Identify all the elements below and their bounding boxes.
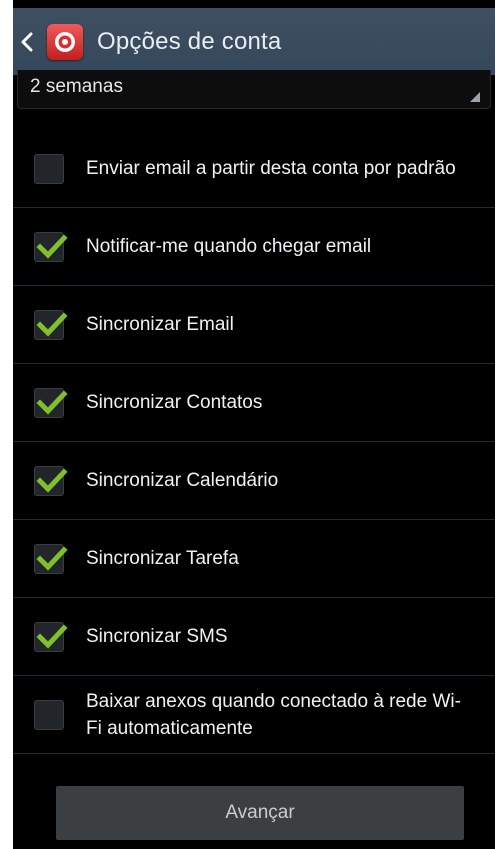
back-icon[interactable] xyxy=(13,8,41,75)
sync-period-dropdown[interactable]: 2 semanas xyxy=(17,70,491,109)
checkbox[interactable] xyxy=(34,387,68,418)
option-download-attachments-wifi[interactable]: Baixar anexos quando conectado à rede Wi… xyxy=(13,676,495,754)
option-sync-tasks[interactable]: Sincronizar Tarefa xyxy=(13,520,495,598)
checkbox[interactable] xyxy=(34,621,68,652)
checkmark-icon xyxy=(36,389,68,415)
option-label: Sincronizar Tarefa xyxy=(86,548,239,569)
option-label: Sincronizar Email xyxy=(86,314,234,335)
option-sync-calendar[interactable]: Sincronizar Calendário xyxy=(13,442,495,520)
option-label: Notificar-me quando chegar email xyxy=(86,236,372,257)
option-sync-contacts[interactable]: Sincronizar Contatos xyxy=(13,364,495,442)
option-sync-email[interactable]: Sincronizar Email xyxy=(13,286,495,364)
email-app-icon[interactable] xyxy=(47,23,83,60)
footer-bar: Avançar xyxy=(13,778,495,849)
checkbox[interactable] xyxy=(34,309,68,340)
next-button[interactable]: Avançar xyxy=(56,786,464,840)
checkbox[interactable] xyxy=(34,699,64,730)
checkmark-icon xyxy=(36,233,68,259)
checkbox[interactable] xyxy=(34,543,68,574)
checkbox[interactable] xyxy=(34,231,68,262)
checkmark-icon xyxy=(36,467,68,493)
page-title: Opções de conta xyxy=(97,27,282,55)
option-label: Sincronizar Contatos xyxy=(86,392,263,413)
checkbox[interactable] xyxy=(34,153,64,184)
option-sync-sms[interactable]: Sincronizar SMS xyxy=(13,598,495,676)
option-label: Enviar email a partir desta conta por pa… xyxy=(86,158,456,179)
checkbox[interactable] xyxy=(34,465,68,496)
option-label: Sincronizar Calendário xyxy=(86,470,279,491)
checkmark-icon xyxy=(36,623,68,649)
checkmark-icon xyxy=(36,311,68,337)
action-bar: Opções de conta xyxy=(13,8,495,75)
option-label: Sincronizar SMS xyxy=(86,626,228,647)
dropdown-indicator-icon xyxy=(470,92,480,102)
option-label: Baixar anexos quando conectado à rede Wi… xyxy=(86,690,461,739)
option-send-default[interactable]: Enviar email a partir desta conta por pa… xyxy=(13,130,495,208)
options-list: Enviar email a partir desta conta por pa… xyxy=(13,130,495,754)
screen: Opções de conta 2 semanas Enviar email a… xyxy=(13,0,495,849)
sync-period-value: 2 semanas xyxy=(30,76,123,97)
option-notify-email[interactable]: Notificar-me quando chegar email xyxy=(13,208,495,286)
checkmark-icon xyxy=(36,545,68,571)
